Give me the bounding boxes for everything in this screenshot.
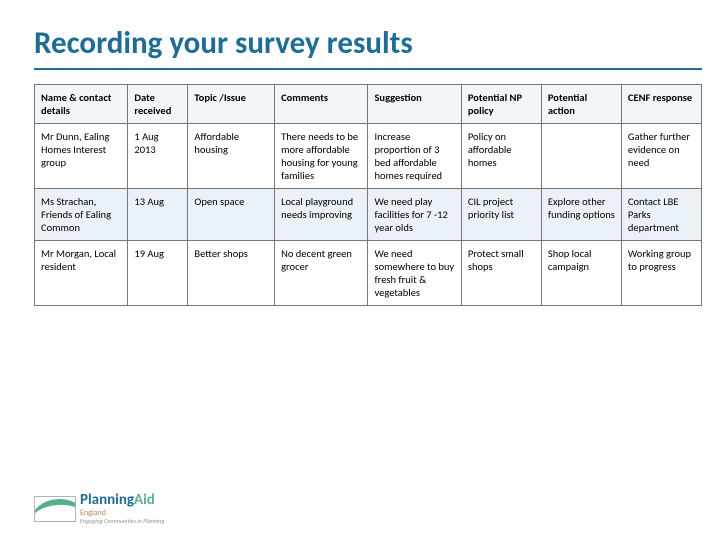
cell-date: 13 Aug [128, 189, 188, 241]
cell-policy: Protect small shops [461, 241, 541, 306]
header-date: Date received [128, 85, 188, 124]
cell-suggestion: Increase proportion of 3 bed affordable … [368, 124, 461, 189]
cell-date: 1 Aug 2013 [128, 124, 188, 189]
header-policy: Potential NP policy [461, 85, 541, 124]
cell-name: Mr Morgan, Local resident [35, 241, 128, 306]
header-topic: Topic /Issue [188, 85, 275, 124]
header-action: Potential action [541, 85, 621, 124]
header-name: Name & contact details [35, 85, 128, 124]
cell-action [541, 124, 621, 189]
survey-results-table: Name & contact details Date received Top… [34, 84, 702, 306]
header-response: CENF response [621, 85, 701, 124]
cell-action: Explore other funding options [541, 189, 621, 241]
cell-action: Shop local campaign [541, 241, 621, 306]
logo-main-text: PlanningAid [80, 493, 164, 508]
cell-comments: Local playground needs improving [275, 189, 368, 241]
logo-tagline: Engaging Communities in Planning [80, 518, 164, 524]
header-comments: Comments [275, 85, 368, 124]
table-header-row: Name & contact details Date received Top… [35, 85, 702, 124]
cell-topic: Open space [188, 189, 275, 241]
cell-date: 19 Aug [128, 241, 188, 306]
cell-response: Gather further evidence on need [621, 124, 701, 189]
header-suggestion: Suggestion [368, 85, 461, 124]
cell-response: Contact LBE Parks department [621, 189, 701, 241]
cell-suggestion: We need play facilities for 7 -12 year o… [368, 189, 461, 241]
cell-comments: No decent green grocer [275, 241, 368, 306]
table-row: Ms Strachan, Friends of Ealing Common 13… [35, 189, 702, 241]
cell-name: Ms Strachan, Friends of Ealing Common [35, 189, 128, 241]
logo-word-planning: Planning [80, 491, 134, 509]
slide: Recording your survey results Name & con… [0, 0, 720, 540]
logo-text: PlanningAid England Engaging Communities… [80, 493, 164, 524]
logo-icon [34, 496, 76, 522]
logo-subtext: England [80, 509, 164, 517]
cell-topic: Better shops [188, 241, 275, 306]
cell-comments: There needs to be more affordable housin… [275, 124, 368, 189]
table-row: Mr Dunn, Ealing Homes Interest group 1 A… [35, 124, 702, 189]
cell-policy: Policy on affordable homes [461, 124, 541, 189]
table-row: Mr Morgan, Local resident 19 Aug Better … [35, 241, 702, 306]
page-title: Recording your survey results [34, 24, 702, 70]
cell-response: Working group to progress [621, 241, 701, 306]
logo-word-aid: Aid [134, 491, 155, 509]
cell-suggestion: We need somewhere to buy fresh fruit & v… [368, 241, 461, 306]
cell-policy: CIL project priority list [461, 189, 541, 241]
planning-aid-logo: PlanningAid England Engaging Communities… [34, 493, 164, 524]
cell-topic: Affordable housing [188, 124, 275, 189]
cell-name: Mr Dunn, Ealing Homes Interest group [35, 124, 128, 189]
